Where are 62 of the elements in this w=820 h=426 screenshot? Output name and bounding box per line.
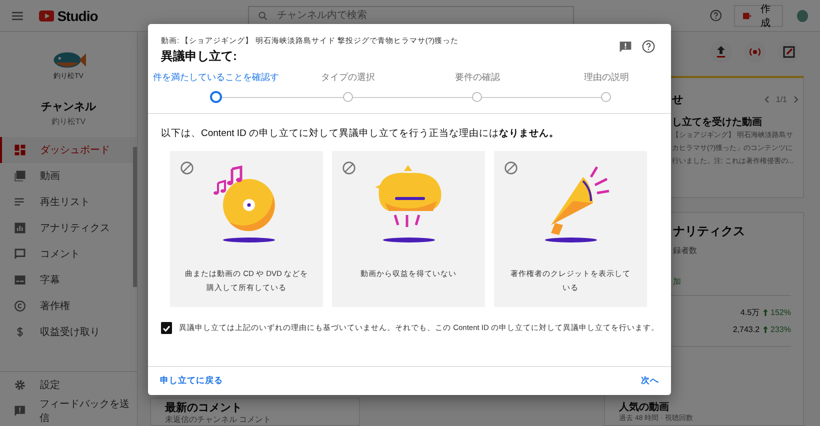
play-logo-icon: [38, 10, 54, 22]
feedback-icon: [14, 405, 26, 417]
change-text: 加: [672, 276, 682, 287]
up-arrow-icon: [762, 309, 768, 316]
metric-delta: 152%: [770, 308, 791, 317]
settings-icon: [14, 379, 26, 391]
card-title: 最新のコメント: [165, 402, 243, 414]
search-icon: [258, 10, 268, 20]
chevron-left-icon[interactable]: [764, 95, 770, 104]
next-button[interactable]: 次へ: [641, 375, 659, 387]
step-label: 件を満たしていることを確認す: [152, 71, 279, 84]
step-label: 要件の確認: [454, 71, 500, 84]
help-icon[interactable]: [642, 40, 655, 53]
sidebar-item[interactable]: 字幕: [0, 267, 137, 293]
channel-name: 釣り松TV: [50, 116, 87, 127]
sidebar-item[interactable]: フィードバックを送信: [0, 398, 137, 424]
subtitles-icon: [14, 274, 26, 286]
page-counter: 1/1: [776, 95, 787, 104]
analytics-icon: [14, 222, 26, 234]
chevron-right-icon[interactable]: [793, 95, 799, 104]
prohibited-icon: [180, 161, 194, 175]
search-field[interactable]: チャンネル内で検索: [248, 6, 574, 26]
up-arrow-icon: [762, 326, 768, 333]
sidebar-item[interactable]: 設定: [0, 372, 137, 398]
back-button[interactable]: 申し立てに戻る: [160, 375, 223, 387]
step-label: タイプの選択: [321, 71, 376, 84]
metric-delta: 233%: [770, 325, 791, 334]
video-camera-icon: [742, 12, 752, 20]
card-subtitle: 録者数: [672, 245, 698, 256]
notice-heading: し立てを受けた動画: [672, 115, 763, 129]
prohibited-icon: [342, 161, 356, 175]
playlist-icon: [14, 196, 26, 208]
prohibited-icon: [504, 161, 518, 175]
sidebar-item[interactable]: 動画: [0, 163, 137, 189]
metric-value: 4.5万: [740, 307, 760, 318]
dialog-title: 異議申し立て:: [161, 48, 238, 65]
sidebar-item[interactable]: 再生リスト: [0, 189, 137, 215]
help-icon[interactable]: [710, 9, 722, 22]
comment-icon: [14, 248, 26, 260]
avatar[interactable]: [797, 10, 808, 22]
fish-drawing: [52, 50, 86, 70]
channel-title: チャンネル: [40, 100, 97, 114]
copyright-icon: [14, 300, 26, 312]
metric-value: 2,743.2: [732, 325, 760, 334]
confirm-checkbox[interactable]: [161, 322, 172, 334]
studio-logo-text: Studio: [57, 8, 98, 24]
card-subtitle: 未返信のチャンネル コメント: [165, 415, 272, 424]
sidebar-item[interactable]: 収益受け取り: [0, 319, 137, 345]
intro-text: 以下は、Content ID の申し立てに対して異議申し立てを行う正当な理由にはなりません。: [161, 127, 560, 140]
sidebar-item[interactable]: 著作権: [0, 293, 137, 319]
create-button[interactable]: 作成: [734, 4, 784, 26]
card-title: せ: [672, 93, 683, 107]
sidebar-item[interactable]: コメント: [0, 241, 137, 267]
feedback-icon[interactable]: [619, 40, 632, 53]
dollar-icon: [14, 326, 26, 338]
dashboard-icon: [14, 144, 26, 156]
card-title: 人気の動画: [619, 402, 670, 414]
video-icon: [14, 170, 26, 182]
sidebar-item[interactable]: アナリティクス: [0, 215, 137, 241]
card-title: ナリティクス: [672, 223, 746, 240]
sidebar-item[interactable]: ダッシュボード: [0, 137, 137, 163]
step-label: 理由の説明: [584, 71, 629, 84]
